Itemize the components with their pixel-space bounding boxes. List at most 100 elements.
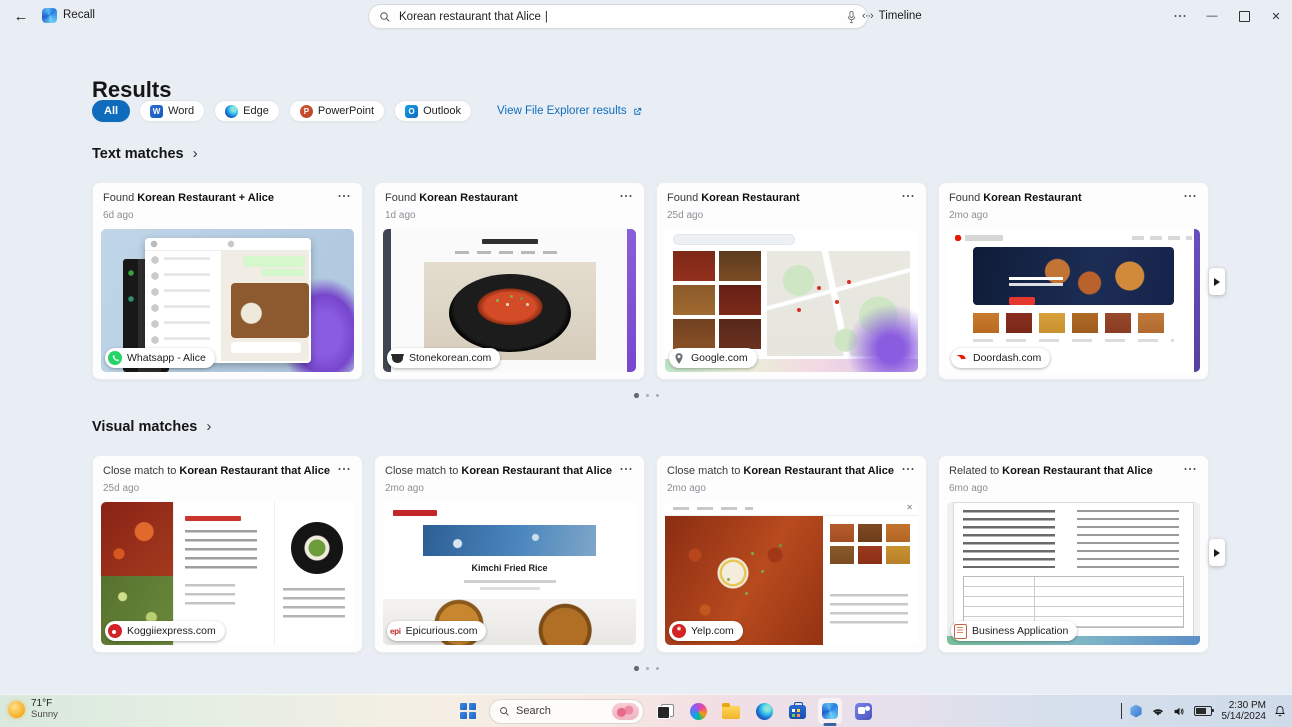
search-icon (379, 11, 391, 23)
search-input[interactable]: Korean restaurant that Alice | (368, 4, 868, 29)
tray-app-button[interactable] (1130, 704, 1143, 718)
card-more-button[interactable] (614, 460, 638, 478)
ellipsis-icon (624, 467, 628, 471)
clock-widget[interactable]: 2:30 PM 5/14/2024 (1222, 700, 1267, 722)
page-dot-active[interactable] (634, 393, 639, 398)
source-badge[interactable]: * Yelp.com (669, 621, 743, 641)
result-card-koggiiexpress[interactable]: Close match to Korean Restaurant that Ali… (92, 455, 363, 653)
source-badge[interactable]: epi Epicurious.com (387, 621, 487, 641)
page-dot[interactable] (645, 393, 649, 397)
card-more-button[interactable] (1178, 187, 1202, 205)
taskbar-search[interactable]: Search (489, 698, 644, 724)
filter-edge[interactable]: Edge (214, 100, 280, 122)
page-dot-active[interactable] (634, 666, 639, 671)
timeline-button[interactable]: ‹··› Timeline (858, 6, 926, 26)
back-button[interactable]: ← (8, 4, 34, 28)
start-button[interactable] (456, 698, 480, 724)
section-text-matches[interactable]: Text matches › (92, 145, 198, 162)
card-more-button[interactable] (896, 187, 920, 205)
art-captions (973, 339, 1174, 342)
result-card-epicurious[interactable]: Close match to Korean Restaurant that Ali… (374, 455, 645, 653)
badge-label: Yelp.com (691, 625, 734, 637)
result-card-doordash[interactable]: Found Korean Restaurant 2mo ago Doordash.… (938, 182, 1209, 380)
filter-all[interactable]: All (92, 100, 131, 122)
art-white-bubble (231, 342, 301, 353)
carousel-pagination[interactable] (92, 666, 1201, 671)
ellipsis-icon (342, 194, 346, 198)
edge-button[interactable] (752, 698, 776, 724)
page-dot[interactable] (655, 393, 659, 397)
weather-widget[interactable]: 71°F Sunny (8, 698, 58, 720)
card-timestamp: 2mo ago (667, 483, 706, 494)
source-badge[interactable]: Koggiiexpress.com (105, 621, 225, 641)
file-explorer-results-link[interactable]: View File Explorer results (497, 105, 643, 117)
art-menu-lines (185, 584, 235, 610)
tray-expand-button[interactable] (1120, 702, 1122, 719)
source-badge[interactable]: Doordash.com (951, 348, 1051, 368)
maximize-button[interactable] (1228, 0, 1260, 32)
filter-powerpoint[interactable]: P PowerPoint (288, 100, 386, 122)
edge-icon (755, 702, 773, 720)
result-card-business-application[interactable]: Related to Korean Restaurant that Alice 6… (938, 455, 1209, 653)
file-explorer-button[interactable] (719, 698, 743, 724)
window-more-button[interactable] (1164, 0, 1196, 32)
recall-button-active[interactable] (818, 698, 842, 724)
yelp-icon: * (672, 624, 686, 638)
badge-label: Whatsapp - Alice (127, 352, 206, 364)
copilot-button[interactable] (686, 698, 710, 724)
recall-icon (822, 703, 838, 719)
titlebar: ← Recall Korean restaurant that Alice | … (0, 0, 1292, 32)
source-badge[interactable]: Google.com (669, 348, 757, 368)
pot-icon (390, 351, 404, 365)
copilot-icon (689, 702, 707, 720)
section-visual-matches[interactable]: Visual matches › (92, 418, 211, 435)
art-text-line (463, 580, 556, 583)
ellipsis-icon (1178, 14, 1182, 18)
art-text-column (1077, 510, 1179, 568)
filter-outlook[interactable]: O Outlook (394, 100, 473, 122)
microphone-icon[interactable] (846, 10, 857, 24)
minimize-button[interactable]: — (1196, 0, 1228, 32)
ellipsis-icon (1188, 467, 1192, 471)
store-button[interactable] (785, 698, 809, 724)
task-view-button[interactable] (653, 698, 677, 724)
card-more-button[interactable] (332, 187, 356, 205)
filter-word[interactable]: W Word (139, 100, 206, 122)
teams-button[interactable] (851, 698, 875, 724)
art-search-bar (673, 234, 795, 245)
bell-icon (1275, 705, 1285, 716)
visual-matches-row: Close match to Korean Restaurant that Ali… (92, 455, 1209, 653)
play-right-icon (1214, 548, 1220, 557)
source-badge[interactable]: Stonekorean.com (387, 348, 501, 368)
carousel-pagination[interactable] (92, 393, 1201, 398)
next-page-button[interactable] (1209, 268, 1225, 295)
result-card-whatsapp[interactable]: Found Korean Restaurant + Alice 6d ago Wh… (92, 182, 363, 380)
text-matches-row: Found Korean Restaurant + Alice 6d ago Wh… (92, 182, 1209, 380)
card-more-button[interactable] (614, 187, 638, 205)
source-badge[interactable]: Whatsapp - Alice (105, 348, 215, 368)
battery-icon[interactable] (1193, 706, 1214, 716)
card-more-button[interactable] (1178, 460, 1202, 478)
card-more-button[interactable] (332, 460, 356, 478)
speaker-icon[interactable] (1173, 706, 1186, 717)
task-view-icon (656, 703, 674, 719)
result-card-yelp[interactable]: Close match to Korean Restaurant that Ali… (656, 455, 927, 653)
source-badge[interactable]: Business Application (951, 621, 1078, 641)
card-more-button[interactable] (896, 460, 920, 478)
page-dot[interactable] (645, 666, 649, 670)
wifi-icon[interactable] (1151, 706, 1165, 717)
timeline-icon: ‹··› (862, 10, 874, 22)
card-timestamp: 6d ago (103, 210, 134, 221)
art-header-links (673, 507, 753, 510)
next-page-button[interactable] (1209, 539, 1225, 566)
close-button[interactable]: ✕ (1260, 0, 1292, 32)
ellipsis-icon (906, 467, 910, 471)
page-dot[interactable] (655, 666, 659, 670)
result-card-stonekorean[interactable]: Found Korean Restaurant 1d ago Stonekorea… (374, 182, 645, 380)
result-card-google[interactable]: Found Korean Restaurant 25d ago Google.co… (656, 182, 927, 380)
art-hero-text (1009, 277, 1063, 287)
art-photo-band (423, 525, 596, 556)
card-timestamp: 25d ago (103, 483, 140, 494)
notifications-button[interactable] (1274, 705, 1286, 718)
card-timestamp: 6mo ago (949, 483, 988, 494)
